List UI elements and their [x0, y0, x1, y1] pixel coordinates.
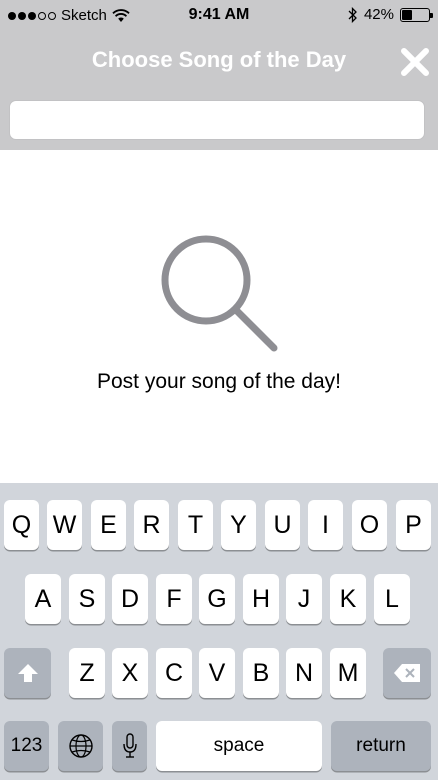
backspace-key[interactable] — [383, 648, 431, 698]
close-button[interactable] — [398, 45, 432, 79]
battery-icon — [400, 7, 433, 22]
numbers-key[interactable]: 123 — [4, 721, 49, 771]
bluetooth-icon — [348, 6, 357, 23]
return-key[interactable]: return — [331, 721, 431, 771]
key-w[interactable]: W — [47, 500, 82, 550]
key-b[interactable]: B — [243, 648, 279, 698]
key-f[interactable]: F — [156, 574, 192, 624]
key-e[interactable]: E — [91, 500, 126, 550]
keyboard: Q W E R T Y U I O P A S D F G H J K L Z … — [0, 483, 438, 780]
backspace-icon — [394, 664, 420, 682]
key-l[interactable]: L — [374, 574, 410, 624]
space-key[interactable]: space — [156, 721, 322, 771]
dictation-key[interactable] — [112, 721, 147, 771]
key-n[interactable]: N — [286, 648, 322, 698]
search-bar — [0, 90, 438, 150]
key-r[interactable]: R — [134, 500, 169, 550]
key-z[interactable]: Z — [69, 648, 105, 698]
battery-percent: 42% — [363, 6, 394, 23]
nav-bar: Choose Song of the Day — [0, 32, 438, 90]
key-g[interactable]: G — [199, 574, 235, 624]
microphone-icon — [122, 733, 137, 758]
key-x[interactable]: X — [112, 648, 148, 698]
key-k[interactable]: K — [330, 574, 366, 624]
key-y[interactable]: Y — [221, 500, 256, 550]
globe-key[interactable] — [58, 721, 103, 771]
key-m[interactable]: M — [330, 648, 366, 698]
status-right: 42% — [348, 6, 433, 23]
magnifier-icon — [161, 235, 278, 352]
status-bar: Sketch 9:41 AM 42% — [0, 0, 438, 32]
globe-icon — [68, 734, 93, 758]
key-t[interactable]: T — [178, 500, 213, 550]
battery-fill — [402, 9, 412, 20]
key-o[interactable]: O — [352, 500, 387, 550]
key-q[interactable]: Q — [4, 500, 39, 550]
shift-icon — [17, 664, 38, 682]
key-j[interactable]: J — [286, 574, 322, 624]
key-d[interactable]: D — [112, 574, 148, 624]
key-h[interactable]: H — [243, 574, 279, 624]
search-input[interactable] — [9, 100, 425, 140]
key-i[interactable]: I — [308, 500, 343, 550]
shift-key[interactable] — [4, 648, 51, 698]
empty-state: Post your song of the day! — [0, 150, 438, 483]
close-icon — [401, 48, 429, 76]
key-c[interactable]: C — [156, 648, 192, 698]
top-chrome: Sketch 9:41 AM 42% Choose Song of the Da… — [0, 0, 438, 150]
key-p[interactable]: P — [396, 500, 431, 550]
key-s[interactable]: S — [69, 574, 105, 624]
key-u[interactable]: U — [265, 500, 300, 550]
key-a[interactable]: A — [25, 574, 61, 624]
key-v[interactable]: V — [199, 648, 235, 698]
empty-state-message: Post your song of the day! — [97, 370, 341, 393]
nav-title: Choose Song of the Day — [91, 47, 347, 72]
